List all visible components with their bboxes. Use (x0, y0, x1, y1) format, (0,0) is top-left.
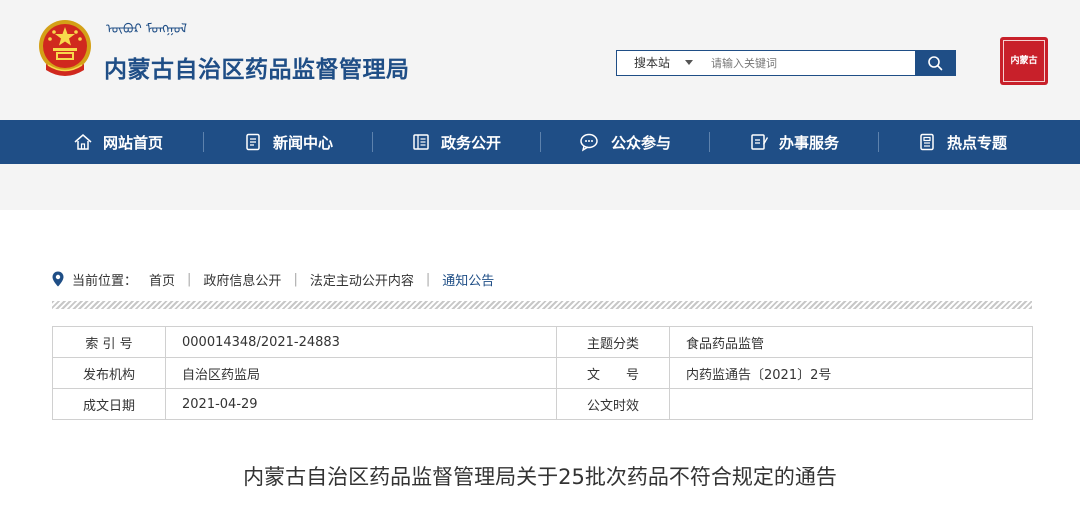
nav-item-public-participation[interactable]: 公众参与 (559, 120, 691, 164)
service-icon (751, 134, 768, 150)
search-box: 搜本站 (616, 50, 956, 76)
location-pin-icon (52, 271, 64, 287)
main-nav: 网站首页 新闻中心 政务公开 公众参与 办事服务 热点专题 (0, 120, 1080, 164)
inner-mongolia-seal-logo[interactable]: 内蒙古 (1000, 37, 1048, 85)
meta-value: 食品药品监管 (669, 326, 1033, 358)
banner-spacer (0, 164, 1080, 210)
nav-item-gov-open[interactable]: 政务公开 (390, 120, 522, 164)
nav-divider (203, 132, 204, 152)
meta-value (669, 388, 1033, 420)
national-emblem-icon[interactable] (36, 18, 94, 82)
nav-item-label: 新闻中心 (272, 133, 333, 152)
nav-item-label: 公众参与 (610, 133, 671, 152)
breadcrumb-separator: | (293, 271, 298, 287)
topic-icon (920, 133, 934, 151)
breadcrumb-item-gov-info[interactable]: 政府信息公开 (203, 270, 281, 289)
meta-label: 主题分类 (556, 326, 670, 358)
chat-icon (580, 133, 598, 152)
breadcrumb-item-home[interactable]: 首页 (149, 270, 175, 289)
site-title[interactable]: 内蒙古自治区药品监督管理局 (104, 50, 410, 84)
search-icon (928, 56, 943, 71)
breadcrumb-separator: | (187, 271, 192, 287)
meta-label: 成文日期 (52, 388, 166, 420)
nav-item-services[interactable]: 办事服务 (728, 120, 860, 164)
nav-item-label: 办事服务 (778, 133, 839, 152)
hatched-divider (52, 301, 1032, 309)
nav-item-label: 政务公开 (440, 133, 501, 152)
nav-item-home[interactable]: 网站首页 (52, 120, 184, 164)
table-row: 索 引 号 000014348/2021-24883 主题分类 食品药品监管 (52, 326, 1033, 358)
search-input[interactable] (705, 51, 915, 75)
seal-text: 内蒙古 (1003, 40, 1045, 82)
meta-value: 内药监通告〔2021〕2号 (669, 357, 1033, 389)
meta-label: 公文时效 (556, 388, 670, 420)
breadcrumb-label: 当前位置： (72, 273, 138, 289)
table-row: 成文日期 2021-04-29 公文时效 (52, 388, 1033, 420)
search-button[interactable] (915, 51, 955, 75)
nav-item-hot-topics[interactable]: 热点专题 (896, 120, 1028, 164)
news-icon (246, 133, 260, 151)
meta-value: 自治区药监局 (165, 357, 557, 389)
nav-divider (540, 132, 541, 152)
nav-divider (878, 132, 879, 152)
meta-label: 索 引 号 (52, 326, 166, 358)
breadcrumb-item-notices[interactable]: 通知公告 (442, 270, 494, 289)
breadcrumb-item-statutory[interactable]: 法定主动公开内容 (310, 270, 414, 289)
meta-label: 发布机构 (52, 357, 166, 389)
article-title: 内蒙古自治区药品监督管理局关于25批次药品不符合规定的通告 (243, 465, 837, 489)
nav-item-news[interactable]: 新闻中心 (222, 120, 354, 164)
mongolian-script-title: ᠦᠪᠦᠷ ᠮᠣᠩᠭᠣᠯ (106, 22, 187, 37)
meta-value: 2021-04-29 (165, 388, 557, 420)
breadcrumb: 当前位置： 首页 | 政府信息公开 | 法定主动公开内容 | 通知公告 (52, 269, 494, 289)
meta-value: 000014348/2021-24883 (165, 326, 557, 358)
home-icon (74, 134, 92, 150)
document-metadata-table: 索 引 号 000014348/2021-24883 主题分类 食品药品监管 发… (52, 326, 1033, 420)
nav-item-label: 网站首页 (102, 133, 163, 152)
table-row: 发布机构 自治区药监局 文 号 内药监通告〔2021〕2号 (52, 357, 1033, 389)
gov-open-icon (413, 134, 429, 150)
search-scope-select[interactable]: 搜本站 (617, 51, 701, 75)
nav-item-label: 热点专题 (946, 133, 1007, 152)
site-header: ᠦᠪᠦᠷ ᠮᠣᠩᠭᠣᠯ 内蒙古自治区药品监督管理局 搜本站 内蒙古 (0, 0, 1080, 120)
chevron-down-icon (685, 60, 693, 65)
nav-divider (709, 132, 710, 152)
nav-divider (372, 132, 373, 152)
breadcrumb-separator: | (425, 271, 431, 287)
search-scope-label: 搜本站 (634, 56, 671, 70)
meta-label: 文 号 (556, 357, 670, 389)
